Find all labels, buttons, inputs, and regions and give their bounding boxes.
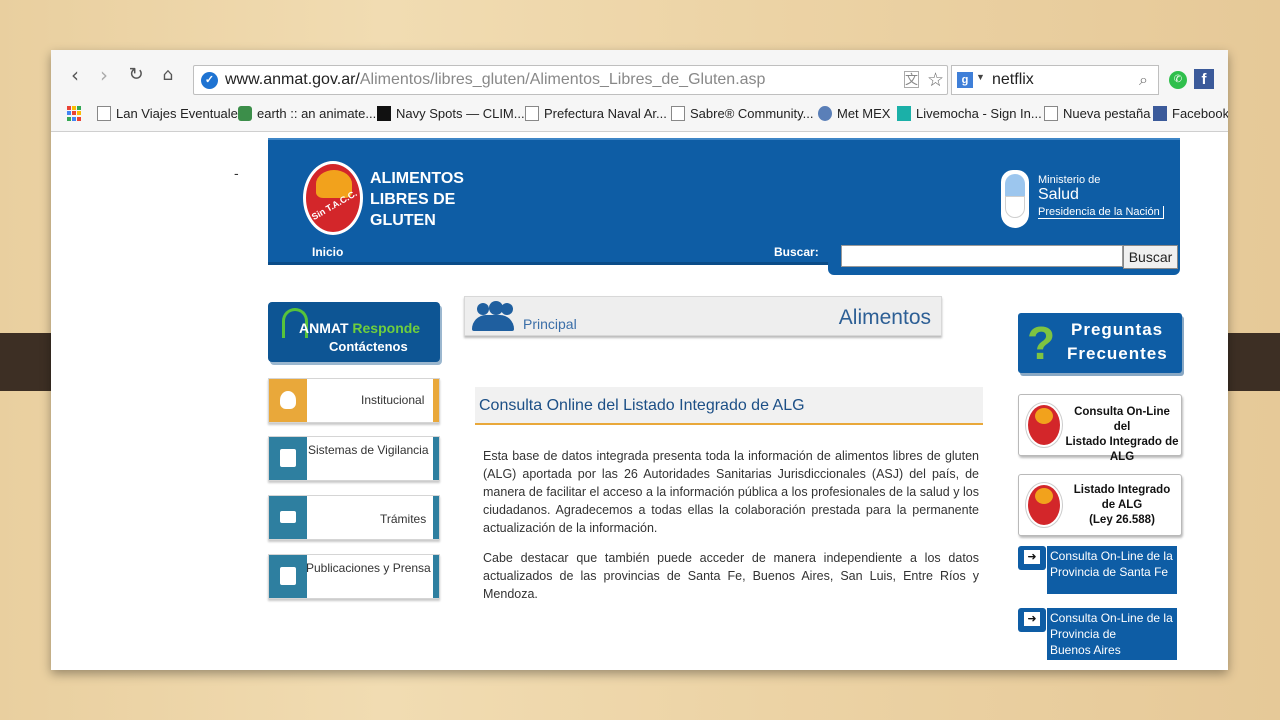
browser-search-box[interactable]: g ▼ netflix ⌕ (951, 65, 1159, 95)
preguntas-frecuentes-button[interactable]: ? Preguntas Frecuentes (1018, 313, 1182, 373)
bookmark-item[interactable]: Livemocha - Sign In... (897, 106, 1042, 121)
slide-band-right (1228, 333, 1280, 391)
breadcrumb-principal[interactable]: Principal (523, 316, 577, 332)
section-title: Alimentos (838, 306, 931, 329)
sin-tacc-logo[interactable]: Sin T.A.C.C. (303, 161, 363, 235)
buenos-aires-label: Consulta On-Line de la Provincia de Buenos… (1047, 608, 1177, 660)
sin-tacc-icon (1026, 403, 1062, 447)
apps-icon[interactable] (67, 106, 86, 121)
slide-band-left (0, 333, 52, 391)
menu-institucional-label: Institucional (361, 393, 425, 407)
bookmark-item[interactable]: Prefectura Naval Ar... (525, 106, 667, 121)
ministerio-line2: Salud (1038, 186, 1079, 203)
provinces-paragraph: Cabe destacar que también puede acceder … (483, 551, 979, 601)
browser-toolbar: ‹ › ↻ ⌂ ✓ www.anmat.gov.ar/Alimentos/lib… (51, 50, 1228, 96)
url-text: www.anmat.gov.ar/Alimentos/libres_gluten… (225, 71, 766, 88)
bookmark-item[interactable]: Lan Viajes Eventuales (97, 106, 244, 121)
consulta-title: Consulta Online del Listado Integrado de… (479, 397, 805, 414)
question-mark-icon: ? (1027, 317, 1056, 369)
menu-institucional[interactable]: Institucional (268, 378, 440, 423)
bookmark-item[interactable]: Facebook (1153, 106, 1228, 121)
institucional-icon (269, 379, 307, 422)
bookmark-item[interactable]: Sabre® Community... (671, 106, 814, 121)
earth-icon (238, 106, 252, 121)
facebook-icon (1153, 106, 1167, 121)
browser-window: ‹ › ↻ ⌂ ✓ www.anmat.gov.ar/Alimentos/lib… (51, 50, 1228, 670)
facebook-icon[interactable]: f (1194, 69, 1214, 89)
menu-tramites[interactable]: Trámites (268, 495, 440, 540)
document-icon (269, 555, 307, 598)
document-icon (269, 437, 307, 480)
site-search-button[interactable]: Buscar (1123, 245, 1178, 269)
site-search-label: Buscar: (774, 245, 819, 259)
faq-label-1: Preguntas (1071, 320, 1164, 339)
arrow-right-icon: ➜ (1018, 546, 1046, 570)
bookmark-item[interactable]: Navy Spots — CLIM... (377, 106, 525, 121)
sin-tacc-icon (1026, 483, 1062, 527)
bookmark-item[interactable]: Met MEX (818, 106, 890, 121)
page-icon (671, 106, 685, 121)
stamp-icon (269, 496, 307, 539)
forward-icon[interactable]: › (93, 64, 115, 86)
bookmark-item[interactable]: Nueva pestaña (1044, 106, 1150, 121)
consulta-alg-button[interactable]: Consulta On-Line del Listado Integrado de… (1018, 394, 1182, 463)
search-icon[interactable]: ⌕ (1139, 70, 1148, 90)
verified-icon: ✓ (201, 72, 218, 89)
home-icon[interactable]: ⌂ (157, 64, 179, 86)
reload-icon[interactable]: ↻ (125, 64, 147, 86)
anmat-responde-button[interactable]: ANMAT Responde Contáctenos (268, 302, 440, 362)
page-icon (97, 106, 111, 121)
menu-tramites-label: Trámites (380, 512, 427, 526)
address-bar[interactable]: ✓ www.anmat.gov.ar/Alimentos/libres_glut… (193, 65, 948, 95)
consulta-alg-label: Consulta On-Line del Listado Integrado de… (1065, 406, 1179, 463)
contactenos-label: Contáctenos (329, 339, 408, 354)
site-title: ALIMENTOS LIBRES DE GLUTEN (370, 170, 464, 229)
page-icon (1044, 106, 1058, 121)
bookmarks-bar: Lan Viajes Eventuales earth :: an animat… (51, 96, 1228, 132)
argentina-shield-icon (1001, 170, 1029, 228)
menu-publicaciones[interactable]: Publicaciones y Prensa (268, 554, 440, 599)
globe-icon (818, 106, 832, 121)
navy-icon (377, 106, 391, 121)
page-icon (525, 106, 539, 121)
arrow-right-icon: ➜ (1018, 608, 1046, 632)
site-search-input[interactable] (841, 245, 1123, 267)
google-icon: g (957, 72, 973, 88)
livemocha-icon (897, 106, 911, 121)
santa-fe-label: Consulta On-Line de la Provincia de Santa… (1047, 546, 1177, 594)
menu-sistemas-vigilancia[interactable]: Sistemas de Vigilancia (268, 436, 440, 481)
listado-alg-label: Listado Integrado de ALG (Ley 26.588) (1073, 484, 1171, 526)
whatsapp-icon[interactable]: ✆ (1169, 71, 1187, 89)
menu-sistemas-label: Sistemas de Vigilancia (308, 443, 429, 457)
back-icon[interactable]: ‹ (64, 64, 86, 86)
stray-dash: - (234, 165, 239, 181)
translate-icon[interactable]: 文 (904, 71, 919, 88)
breadcrumb-bar: Principal Alimentos (464, 296, 942, 336)
menu-publicaciones-label: Publicaciones y Prensa (306, 561, 431, 575)
ministerio-line3: Presidencia de la Nación (1038, 206, 1164, 219)
faq-label-2: Frecuentes (1067, 344, 1168, 363)
listado-alg-button[interactable]: Listado Integrado de ALG (Ley 26.588) (1018, 474, 1182, 536)
bookmark-item[interactable]: earth :: an animate... (238, 106, 376, 121)
ministerio-line1: Ministerio de (1038, 174, 1101, 186)
anmat-responde-label: ANMAT Responde (299, 320, 421, 336)
bookmark-star-icon[interactable]: ☆ (927, 69, 944, 91)
intro-paragraph: Esta base de datos integrada presenta to… (483, 449, 979, 535)
consulta-heading: Consulta Online del Listado Integrado de… (475, 387, 983, 425)
people-icon (471, 301, 515, 331)
nav-inicio-link[interactable]: Inicio (312, 245, 343, 259)
browser-search-value: netflix (992, 71, 1034, 88)
chevron-down-icon[interactable]: ▼ (976, 72, 985, 82)
